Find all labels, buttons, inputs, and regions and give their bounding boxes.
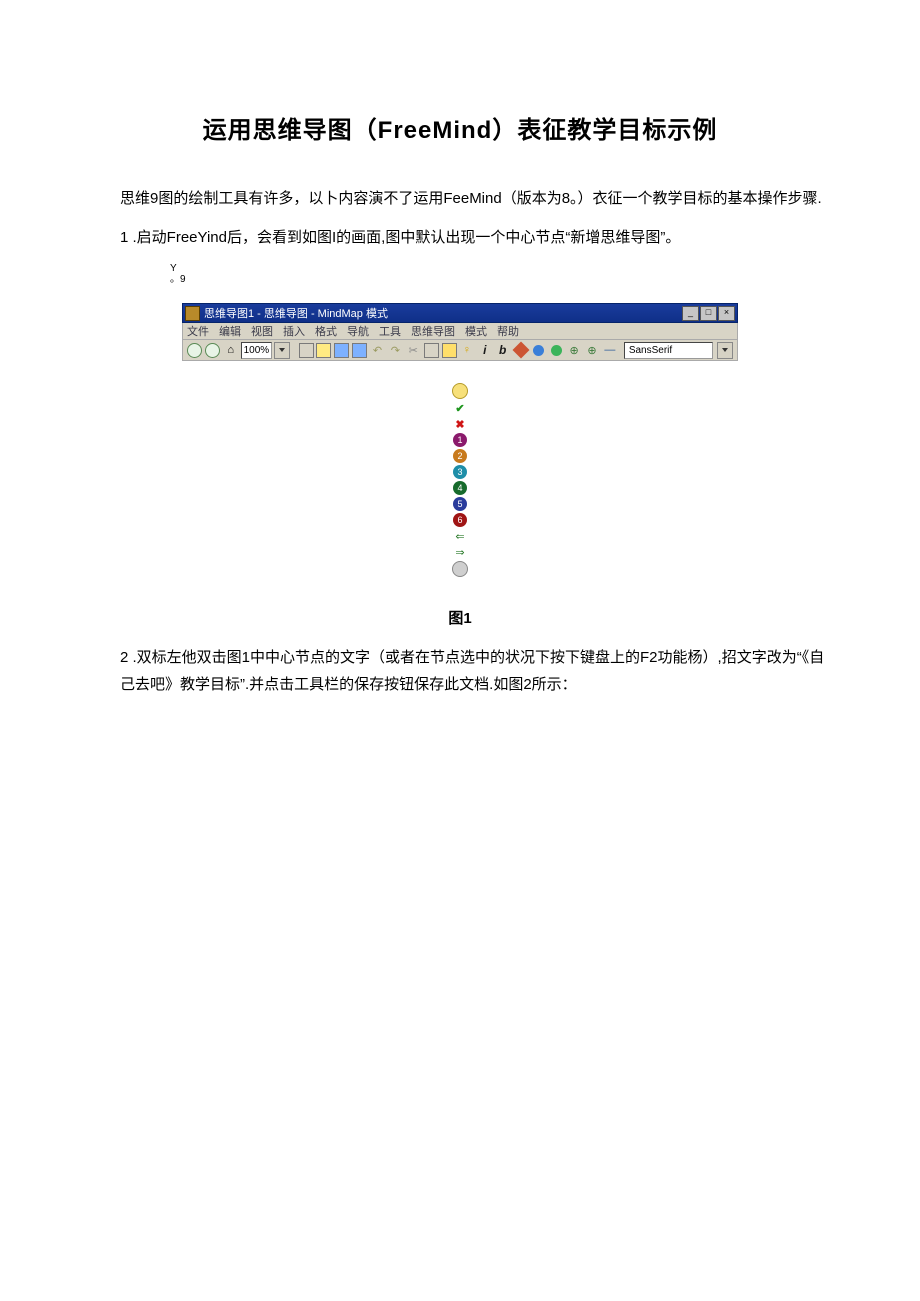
intro-paragraph: 思维9图的绘制工具有许多，以卜内容演不了运用FeeMind（版本为8。）衣征一个… [90,185,830,212]
zoom-dropdown-icon[interactable] [274,342,290,359]
bulb-icon[interactable]: ♀ [459,342,475,358]
window-titlebar: 思维导图1 - 思维导图 - MindMap 模式 _ □ × [182,303,738,323]
toolbar: ⌂ 100% ↶ ↷ ✂ ♀ i b ⊕ ⊕ — SansSerif [182,340,738,361]
bold-button[interactable]: b [495,342,511,358]
close-button[interactable]: × [718,306,735,321]
back-button[interactable] [187,342,203,358]
menu-view[interactable]: 视图 [251,323,273,339]
palette-num1-icon[interactable]: 1 [453,433,467,447]
menu-file[interactable]: 文件 [187,323,209,339]
page-title: 运用思维导图（FreeMind）表征教学目标示例 [90,110,830,145]
cut-icon[interactable]: ✂ [405,342,421,358]
open-icon[interactable] [316,342,332,358]
app-icon [185,306,200,321]
save-icon[interactable] [334,342,350,358]
palette-num5-icon[interactable]: 5 [453,497,467,511]
menu-insert[interactable]: 插入 [283,323,305,339]
zoom-select[interactable]: 100% [241,342,273,359]
palette-idea-icon[interactable] [452,383,468,399]
color-icon[interactable] [548,342,564,358]
font-select[interactable]: SansSerif [624,342,713,359]
copy-icon[interactable] [423,342,439,358]
menu-bar: 文件 编辑 视图 插入 格式 导航 工具 思维导图 模式 帮助 [182,323,738,340]
misc-icon-2[interactable]: ⊕ [584,342,600,358]
window-title: 思维导图1 - 思维导图 - MindMap 模式 [204,305,681,321]
toolbar-overflow-icon[interactable] [717,342,733,359]
menu-format[interactable]: 格式 [315,323,337,339]
home-icon[interactable]: ⌂ [223,342,239,358]
small-note: Y 。9 [170,263,830,285]
italic-button[interactable]: i [477,342,493,358]
maximize-button[interactable]: □ [700,306,717,321]
new-icon[interactable] [298,342,314,358]
step-1-text: 1 .启动FreeYind后，会看到如图I的画面,图中默认出现一个中心节点“新增… [120,224,830,251]
menu-mode[interactable]: 模式 [465,323,487,339]
misc-icon-3[interactable]: — [602,342,618,358]
menu-nav[interactable]: 导航 [347,323,369,339]
cloud-icon[interactable] [530,342,546,358]
icon-palette: ✔ ✖ 1 2 3 4 5 6 ⇐ ⇒ [452,383,468,577]
palette-check-icon[interactable]: ✔ [453,401,467,415]
screenshot-figure1: 思维导图1 - 思维导图 - MindMap 模式 _ □ × 文件 编辑 视图… [182,303,738,577]
node-icon[interactable] [513,342,529,358]
undo-icon[interactable]: ↶ [370,342,386,358]
paste-icon[interactable] [441,342,457,358]
step-2-text: 2 .双标左他双击图1中中心节点的文字（或者在节点选中的状况下按下键盘上的F2功… [120,644,830,698]
menu-tools[interactable]: 工具 [379,323,401,339]
saveas-icon[interactable] [352,342,368,358]
palette-edit-icon[interactable] [452,561,468,577]
misc-icon-1[interactable]: ⊕ [566,342,582,358]
palette-left-arrow-icon[interactable]: ⇐ [453,529,467,543]
palette-cross-icon[interactable]: ✖ [453,417,467,431]
palette-right-arrow-icon[interactable]: ⇒ [453,545,467,559]
palette-num2-icon[interactable]: 2 [453,449,467,463]
redo-icon[interactable]: ↷ [387,342,403,358]
minimize-button[interactable]: _ [682,306,699,321]
menu-help[interactable]: 帮助 [497,323,519,339]
palette-num4-icon[interactable]: 4 [453,481,467,495]
menu-mindmap[interactable]: 思维导图 [411,323,455,339]
palette-num3-icon[interactable]: 3 [453,465,467,479]
palette-num6-icon[interactable]: 6 [453,513,467,527]
figure1-caption: 图1 [90,607,830,628]
forward-button[interactable] [205,342,221,358]
menu-edit[interactable]: 编辑 [219,323,241,339]
